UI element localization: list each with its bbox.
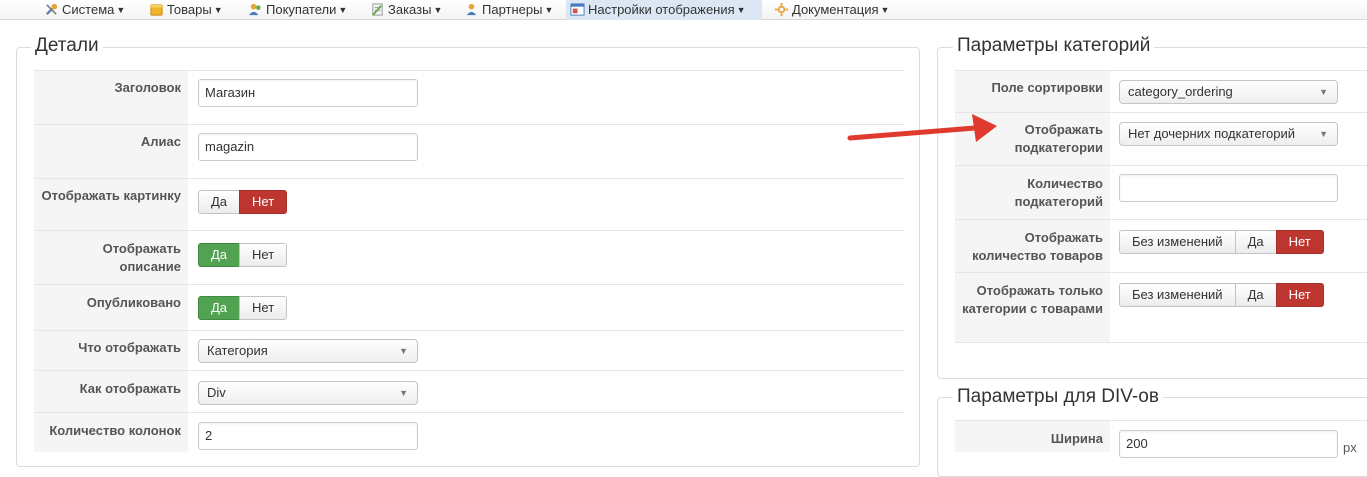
annotation-arrow — [847, 114, 997, 142]
